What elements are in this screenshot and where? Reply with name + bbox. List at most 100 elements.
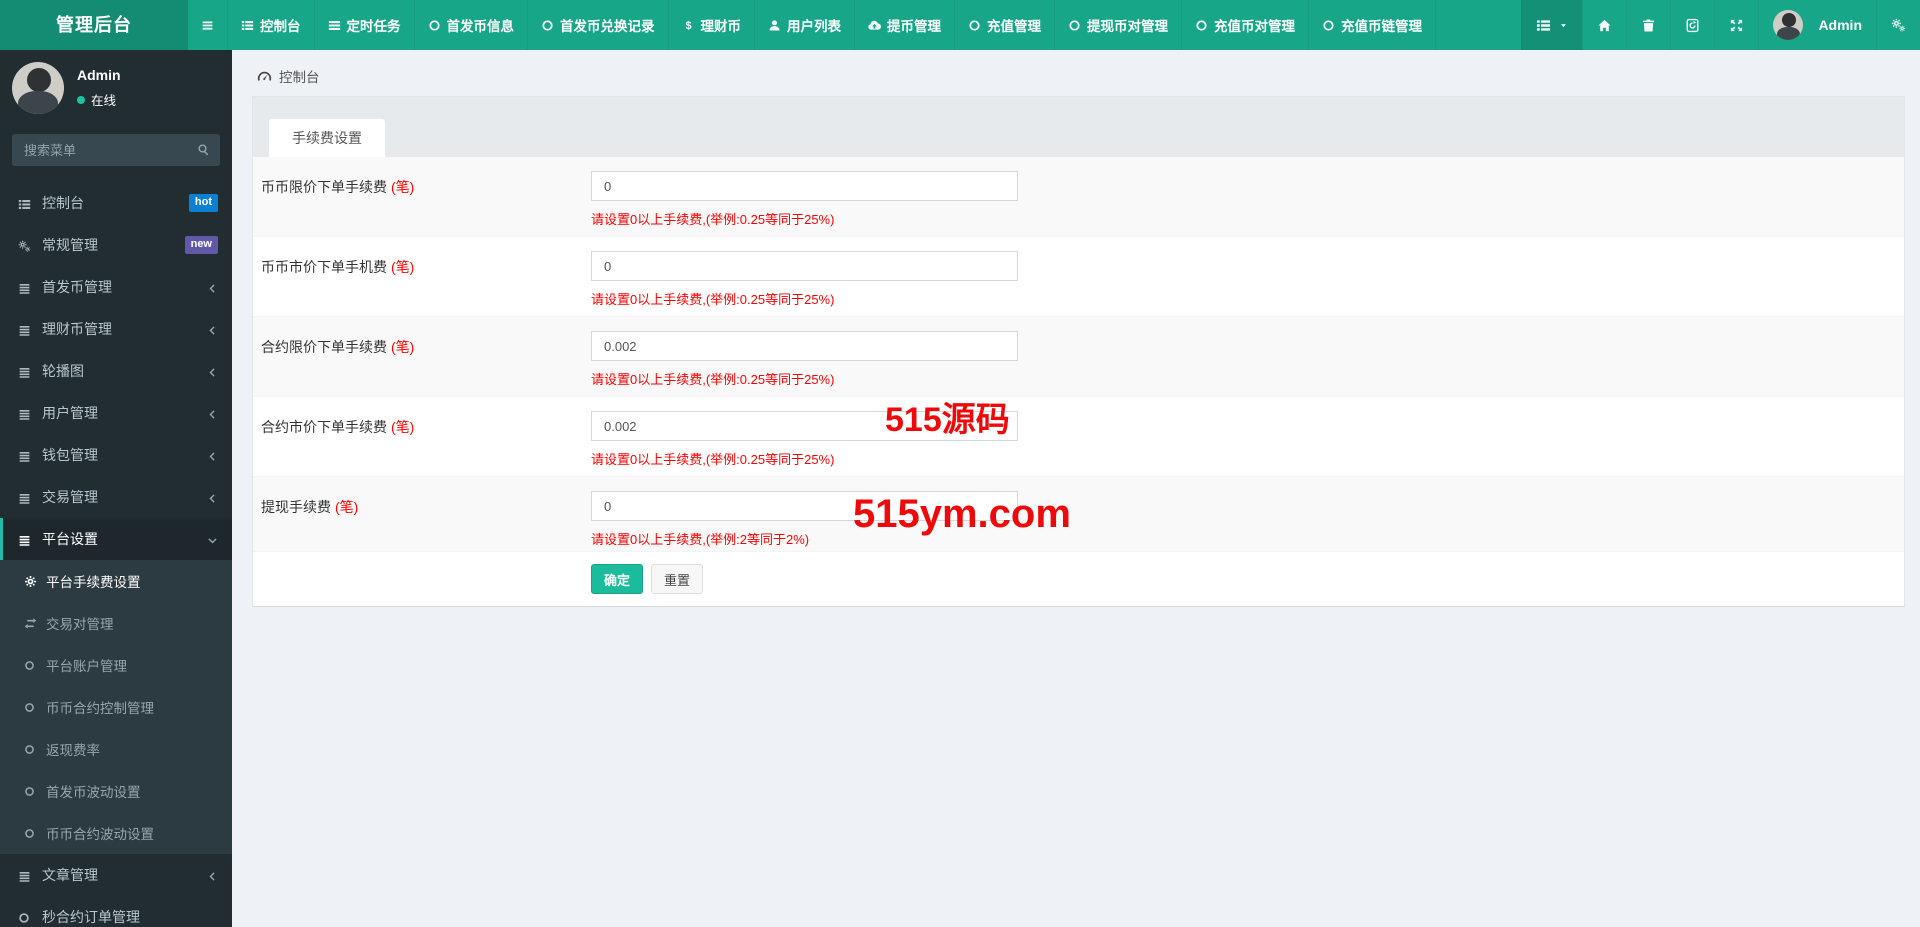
online-status-dot [77,95,85,104]
submenu-item-label: 平台账户管理 [46,659,127,674]
tasks-icon [328,19,341,32]
trash-button[interactable] [1626,0,1670,50]
sidebar-item-platform-settings[interactable]: 平台设置 [0,518,232,560]
submenu-item-label: 返现费率 [46,743,100,758]
nav-item-user-list[interactable]: 用户列表 [755,0,855,50]
contract-limit-fee-input[interactable] [591,331,1018,361]
circle-icon [24,660,35,671]
sidebar-item-second-contract-orders[interactable]: 秒合约订单管理 [0,896,232,927]
nav-item-label: 提币管理 [887,19,941,34]
sidebar-item-label: 交易管理 [42,489,98,505]
submenu-item-cashback-rate[interactable]: 返现费率 [0,728,232,770]
sidebar-item-general[interactable]: 常规管理 new [0,224,232,266]
circle-icon [24,786,35,797]
chevron-left-icon [207,451,218,462]
nav-item-cron-tasks[interactable]: 定时任务 [315,0,415,50]
submit-button[interactable]: 确定 [591,564,644,594]
nav-item-console[interactable]: 控制台 [228,0,315,50]
spot-limit-fee-input[interactable] [591,171,1018,201]
nav-item-wealth-coin[interactable]: 理财币 [669,0,755,50]
list-icon [18,450,31,463]
user-name: Admin [1818,17,1862,33]
app-logo[interactable]: 管理后台 [0,0,188,50]
circle-icon [24,828,35,839]
nav-item-label: 首发币兑换记录 [560,19,655,34]
sidebar-item-trade[interactable]: 交易管理 [0,476,232,518]
sidebar-item-ico[interactable]: 首发币管理 [0,266,232,308]
list-icon [18,324,31,337]
new-badge: new [184,236,218,254]
nav-item-recharge-pairs[interactable]: 充值币对管理 [1182,0,1309,50]
field-help: 请设置0以上手续费,(举例:0.25等同于25%) [591,372,835,387]
form-actions: 确定 重置 [253,552,1904,606]
sidebar-item-console[interactable]: 控制台 hot [0,182,232,224]
trash-icon [1641,18,1656,33]
sidebar-item-users[interactable]: 用户管理 [0,392,232,434]
chevron-left-icon [207,325,218,336]
field-unit: (笔) [335,499,359,515]
field-help: 请设置0以上手续费,(举例:0.25等同于25%) [591,212,835,227]
sidebar-item-label: 文章管理 [42,867,98,883]
sidebar-item-carousel[interactable]: 轮播图 [0,350,232,392]
fullscreen-button[interactable] [1714,0,1758,50]
caret-down-icon [1559,21,1568,30]
settings-button[interactable] [1876,0,1920,50]
th-list-icon [1536,18,1551,33]
form-row: 币币市价下单手机费(笔) 请设置0以上手续费,(举例:0.25等同于25%) [253,237,1904,317]
nav-item-label: 用户列表 [787,19,841,34]
clear-cache-button[interactable] [1670,0,1714,50]
layout-menu-dropdown[interactable] [1521,0,1583,50]
nav-item-label: 定时任务 [346,19,401,34]
field-label: 合约限价下单手续费 (笔) [261,339,415,355]
submenu-item-contract-control[interactable]: 币币合约控制管理 [0,686,232,728]
nav-item-recharge-chains[interactable]: 充值币链管理 [1309,0,1436,50]
sidebar-item-label: 用户管理 [42,405,98,421]
nav-item-label: 充值币链管理 [1341,19,1422,34]
submenu-item-contract-fluctuation[interactable]: 币币合约波动设置 [0,812,232,854]
circle-icon [24,702,35,713]
list-icon [18,534,31,547]
sidebar-item-label: 控制台 [42,195,84,211]
exchange-icon [24,617,37,630]
nav-item-withdraw-coin[interactable]: 提币管理 [855,0,955,50]
home-button[interactable] [1582,0,1626,50]
list-icon [18,492,31,505]
list-icon [18,282,31,295]
cogs-icon [18,240,31,253]
field-help: 请设置0以上手续费,(举例:0.25等同于25%) [591,292,835,307]
reset-button[interactable]: 重置 [651,564,704,594]
sidebar-item-articles[interactable]: 文章管理 [0,854,232,896]
submenu-item-ico-fluctuation[interactable]: 首发币波动设置 [0,770,232,812]
nav-item-recharge[interactable]: 充值管理 [955,0,1055,50]
main-content: 控制台 手续费设置 币币限价下单手续费(笔) 请设置0以上手续费,(举例:0.2… [232,50,1920,927]
contract-market-fee-input[interactable] [591,411,1018,441]
circle-icon [968,19,981,32]
tab-fee-settings[interactable]: 手续费设置 [269,119,385,157]
submenu-item-platform-accounts[interactable]: 平台账户管理 [0,644,232,686]
search-icon[interactable] [197,143,210,156]
form-row: 提现手续费(笔) 请设置0以上手续费,(举例:2等同于2%) [253,477,1904,552]
sidebar-toggle-button[interactable] [188,0,228,50]
submenu-item-label: 币币合约控制管理 [46,701,154,716]
chevron-left-icon [207,409,218,420]
top-navbar: 管理后台 控制台 定时任务 首发币信息 首发币兑换记录 理财币 用户列表 提币管… [0,0,1920,50]
sidebar-menu: 控制台 hot 常规管理 new 首发币管理 理财币管理 轮播图 用户管理 钱包管理… [0,182,232,927]
submenu-item-fee-settings[interactable]: 平台手续费设置 [0,560,232,602]
nav-item-ico-exchange-records[interactable]: 首发币兑换记录 [528,0,669,50]
sidebar-item-wealth[interactable]: 理财币管理 [0,308,232,350]
submenu-item-trade-pairs[interactable]: 交易对管理 [0,602,232,644]
spot-market-fee-input[interactable] [591,251,1018,281]
search-input[interactable] [12,134,220,166]
sidebar-item-wallet[interactable]: 钱包管理 [0,434,232,476]
sidebar-item-label: 秒合约订单管理 [42,909,140,925]
nav-item-ico-info[interactable]: 首发币信息 [415,0,528,50]
nav-item-withdraw-pairs[interactable]: 提现币对管理 [1055,0,1182,50]
submenu-item-label: 币币合约波动设置 [46,827,154,842]
circle-icon [541,19,554,32]
sidebar: Admin 在线 控制台 hot 常规管理 new 首发币管理 理财币管理 轮播图 … [0,50,232,927]
form-row: 币币限价下单手续费(笔) 请设置0以上手续费,(举例:0.25等同于25%) [253,157,1904,237]
user-menu[interactable]: Admin [1758,0,1876,50]
withdraw-fee-input[interactable] [591,491,1018,521]
submenu-item-label: 交易对管理 [46,617,114,632]
dashboard-icon [257,69,272,84]
